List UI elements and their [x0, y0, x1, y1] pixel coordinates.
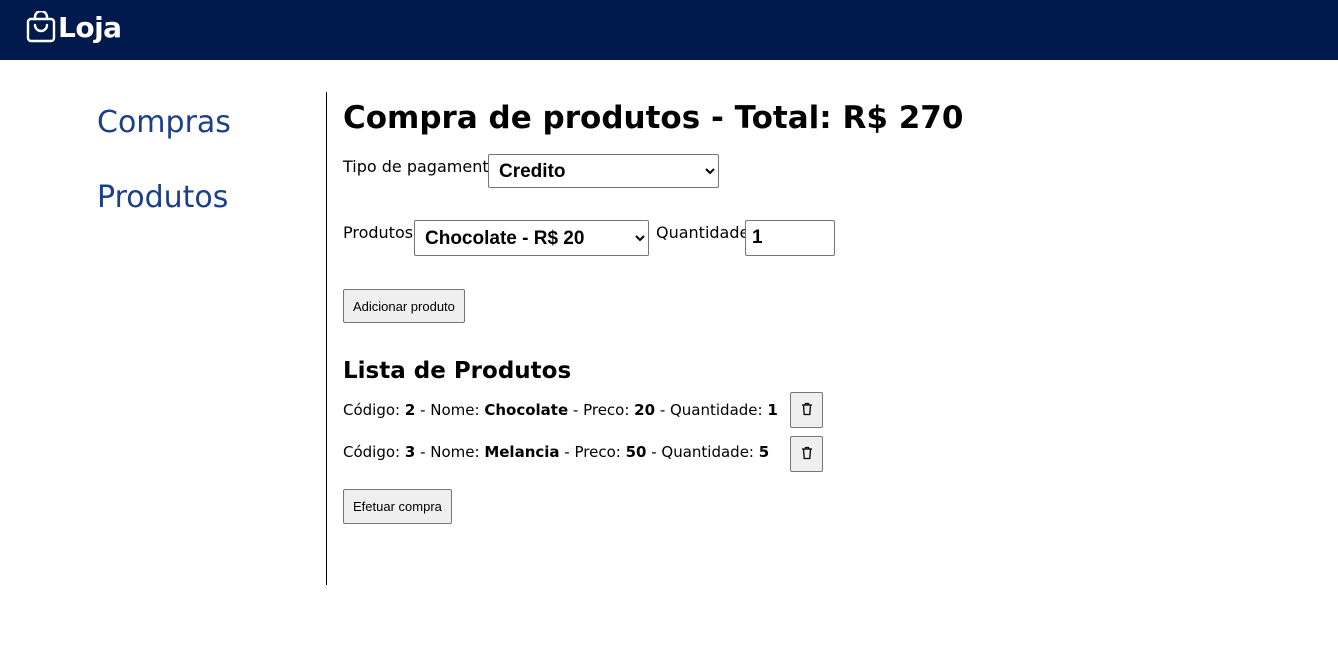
- quantity-item-label: - Quantidade:: [646, 443, 759, 461]
- quantity-input[interactable]: [745, 220, 835, 256]
- sidebar-item-compras[interactable]: Compras: [97, 105, 231, 140]
- products-label: Produtos: [343, 223, 414, 242]
- name-label: - Nome:: [415, 443, 485, 461]
- item-name: Chocolate: [484, 401, 569, 419]
- product-list-title: Lista de Produtos: [343, 358, 572, 384]
- name-label: - Nome:: [415, 401, 485, 419]
- sidebar-item-produtos[interactable]: Produtos: [97, 180, 228, 215]
- trash-icon: [801, 402, 813, 419]
- delete-item-button[interactable]: [790, 392, 823, 428]
- page-title: Compra de produtos - Total: R$ 270: [343, 100, 964, 136]
- list-item: Código: 3 - Nome: Melancia - Preco: 50 -…: [343, 443, 769, 461]
- product-select[interactable]: Chocolate - R$ 20: [414, 220, 649, 256]
- item-name: Melancia: [484, 443, 560, 461]
- price-label: - Preco:: [559, 443, 626, 461]
- item-code: 2: [404, 401, 416, 419]
- price-label: - Preco:: [568, 401, 635, 419]
- quantity-item-label: - Quantidade:: [655, 401, 768, 419]
- shopping-bag-icon: [26, 10, 56, 43]
- sidebar: Compras Produtos: [0, 60, 326, 590]
- item-quantity: 1: [767, 401, 778, 419]
- code-label: Código:: [343, 443, 405, 461]
- brand-link[interactable]: Loja: [26, 9, 122, 44]
- delete-item-button[interactable]: [790, 436, 823, 472]
- checkout-button[interactable]: Efetuar compra: [343, 489, 452, 524]
- add-product-button[interactable]: Adicionar produto: [343, 289, 465, 323]
- payment-type-label: Tipo de pagamento: [343, 157, 499, 176]
- item-code: 3: [404, 443, 416, 461]
- brand-label: Loja: [58, 11, 122, 44]
- payment-type-select[interactable]: Credito: [488, 154, 719, 188]
- list-item: Código: 2 - Nome: Chocolate - Preco: 20 …: [343, 401, 778, 419]
- top-navbar: Loja: [0, 0, 1338, 60]
- quantity-label: Quantidade: [656, 223, 750, 242]
- trash-icon: [801, 446, 813, 463]
- item-price: 50: [625, 443, 647, 461]
- item-quantity: 5: [758, 443, 770, 461]
- code-label: Código:: [343, 401, 405, 419]
- vertical-divider: [326, 92, 327, 585]
- item-price: 20: [634, 401, 656, 419]
